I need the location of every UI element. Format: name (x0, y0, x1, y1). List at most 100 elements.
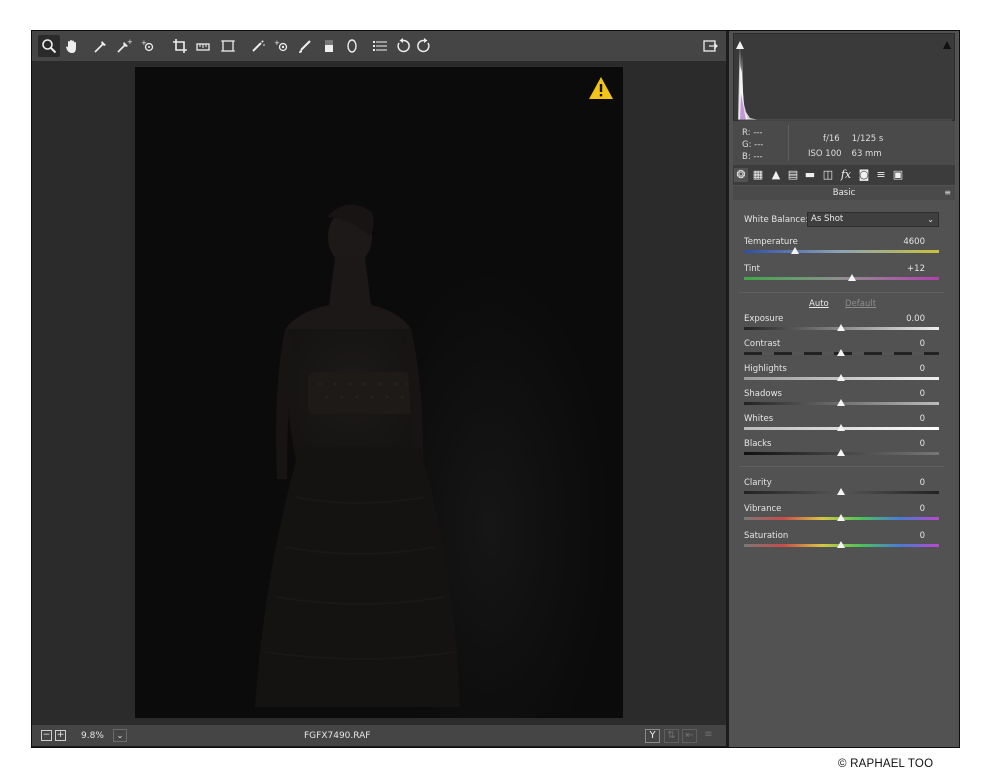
zoom-in-button[interactable]: + (55, 730, 66, 741)
highlights-slider-thumb[interactable] (837, 374, 845, 381)
default-button[interactable]: Default (845, 299, 876, 309)
tab-detail-icon[interactable]: ▲ (769, 168, 783, 182)
open-in-photoshop-icon[interactable] (699, 35, 721, 57)
toggle-settings-icon[interactable]: ≡ (701, 729, 716, 743)
exposure-value[interactable]: 0.00 (885, 314, 925, 324)
preferences-icon[interactable] (369, 35, 391, 57)
temperature-label: Temperature (744, 237, 798, 247)
zoom-dropdown[interactable]: ⌄ (113, 729, 127, 742)
svg-text:+: + (274, 39, 280, 47)
saturation-value[interactable]: 0 (885, 531, 925, 541)
section-title-label: Basic (832, 188, 856, 198)
before-after-toggle[interactable]: Y (645, 729, 660, 743)
exposure-slider-thumb[interactable] (837, 324, 845, 331)
photo-preview[interactable] (135, 67, 623, 718)
transform-icon[interactable] (217, 35, 239, 57)
white-balance-label: White Balance: (744, 215, 809, 225)
shadows-value[interactable]: 0 (885, 389, 925, 399)
blacks-slider-thumb[interactable] (837, 449, 845, 456)
divider (739, 466, 944, 467)
clarity-value[interactable]: 0 (885, 478, 925, 488)
contrast-label: Contrast (744, 339, 781, 349)
shadows-label: Shadows (744, 389, 782, 399)
white-balance-icon[interactable] (90, 35, 112, 57)
temperature-slider-thumb[interactable] (791, 247, 799, 254)
info-readout: R: --- G: --- B: --- f/16 1/125 s ISO 100… (733, 121, 955, 165)
vibrance-slider-thumb[interactable] (837, 514, 845, 521)
swap-settings-icon[interactable]: ⇅ (664, 729, 679, 743)
temperature-value[interactable]: 4600 (885, 237, 925, 247)
vibrance-value[interactable]: 0 (885, 504, 925, 514)
zoom-icon[interactable] (38, 35, 60, 57)
divider (739, 292, 944, 293)
file-name: FGFX7490.RAF (304, 731, 371, 741)
tab-snapshots-icon[interactable]: ▣ (891, 168, 905, 182)
red-eye-icon[interactable]: + (270, 35, 292, 57)
blue-readout: B: --- (742, 152, 763, 162)
zoom-out-button[interactable]: − (41, 730, 52, 741)
saturation-label: Saturation (744, 531, 789, 541)
graduated-filter-icon[interactable] (318, 35, 340, 57)
panel-menu-icon[interactable]: ≡ (944, 186, 951, 200)
tint-value[interactable]: +12 (885, 264, 925, 274)
hand-icon[interactable] (61, 35, 83, 57)
tint-slider-thumb[interactable] (848, 274, 856, 281)
color-sampler-icon[interactable]: + (113, 35, 135, 57)
status-bar: − + 9.8% ⌄ FGFX7490.RAF Y ⇅ ⇤ ≡ (32, 724, 726, 746)
temperature-slider-track[interactable] (744, 250, 939, 253)
saturation-slider-thumb[interactable] (837, 541, 845, 548)
adjustment-brush-icon[interactable] (294, 35, 316, 57)
tint-slider-track[interactable] (744, 277, 939, 280)
photo-credit: © RAPHAEL TOO (838, 758, 934, 770)
tint-label: Tint (744, 264, 761, 274)
clarity-label: Clarity (744, 478, 772, 488)
tab-presets-icon[interactable]: ≡ (874, 168, 888, 182)
panel-tabs: ❂ ▦ ▲ ▤ ▬ ◫ fx ◙ ≡ ▣ (733, 165, 955, 185)
highlights-value[interactable]: 0 (885, 364, 925, 374)
aperture: f/16 (823, 134, 840, 144)
copy-settings-icon[interactable]: ⇤ (682, 729, 697, 743)
histogram (733, 33, 955, 121)
tab-split-toning-icon[interactable]: ▬ (803, 168, 817, 182)
shutter-speed: 1/125 s (851, 134, 884, 144)
contrast-value[interactable]: 0 (885, 339, 925, 349)
auto-button[interactable]: Auto (809, 299, 829, 309)
straighten-icon[interactable] (192, 35, 214, 57)
blacks-value[interactable]: 0 (885, 439, 925, 449)
tab-lens-corrections-icon[interactable]: ◫ (821, 168, 835, 182)
tab-basic-icon[interactable]: ❂ (734, 168, 748, 182)
tab-hsl-icon[interactable]: ▤ (786, 168, 800, 182)
green-readout: G: --- (742, 140, 764, 150)
whites-value[interactable]: 0 (885, 414, 925, 424)
red-readout: R: --- (742, 128, 763, 138)
spot-removal-icon[interactable] (247, 35, 269, 57)
blacks-label: Blacks (744, 439, 772, 449)
vibrance-label: Vibrance (744, 504, 782, 514)
targeted-adjustment-icon[interactable]: + (137, 35, 159, 57)
tab-tone-curve-icon[interactable]: ▦ (751, 168, 765, 182)
shadow-clipping-icon[interactable] (735, 35, 745, 49)
rotate-ccw-icon[interactable] (392, 35, 414, 57)
clarity-slider-thumb[interactable] (837, 488, 845, 495)
rotate-cw-icon[interactable] (413, 35, 435, 57)
zoom-level: 9.8% (81, 731, 104, 741)
whites-label: Whites (744, 414, 774, 424)
contrast-slider-thumb[interactable] (837, 349, 845, 356)
radial-filter-icon[interactable] (341, 35, 363, 57)
svg-text:+: + (127, 38, 132, 46)
toolbar: + + + (32, 31, 726, 62)
tab-effects-icon[interactable]: fx (839, 168, 853, 182)
crop-icon[interactable] (169, 35, 191, 57)
white-balance-value: As Shot (811, 214, 844, 224)
highlight-clipping-icon[interactable] (942, 35, 952, 49)
warning-icon[interactable] (588, 76, 614, 100)
section-title: Basic ≡ (733, 186, 955, 200)
iso: ISO 100 (808, 149, 842, 159)
focal-length: 63 mm (851, 149, 882, 159)
white-balance-select[interactable]: As Shot ⌄ (807, 212, 939, 227)
info-divider (788, 125, 789, 161)
tab-camera-calibration-icon[interactable]: ◙ (857, 168, 871, 182)
whites-slider-thumb[interactable] (837, 424, 845, 431)
shadows-slider-thumb[interactable] (837, 399, 845, 406)
chevron-down-icon: ⌄ (927, 215, 934, 224)
